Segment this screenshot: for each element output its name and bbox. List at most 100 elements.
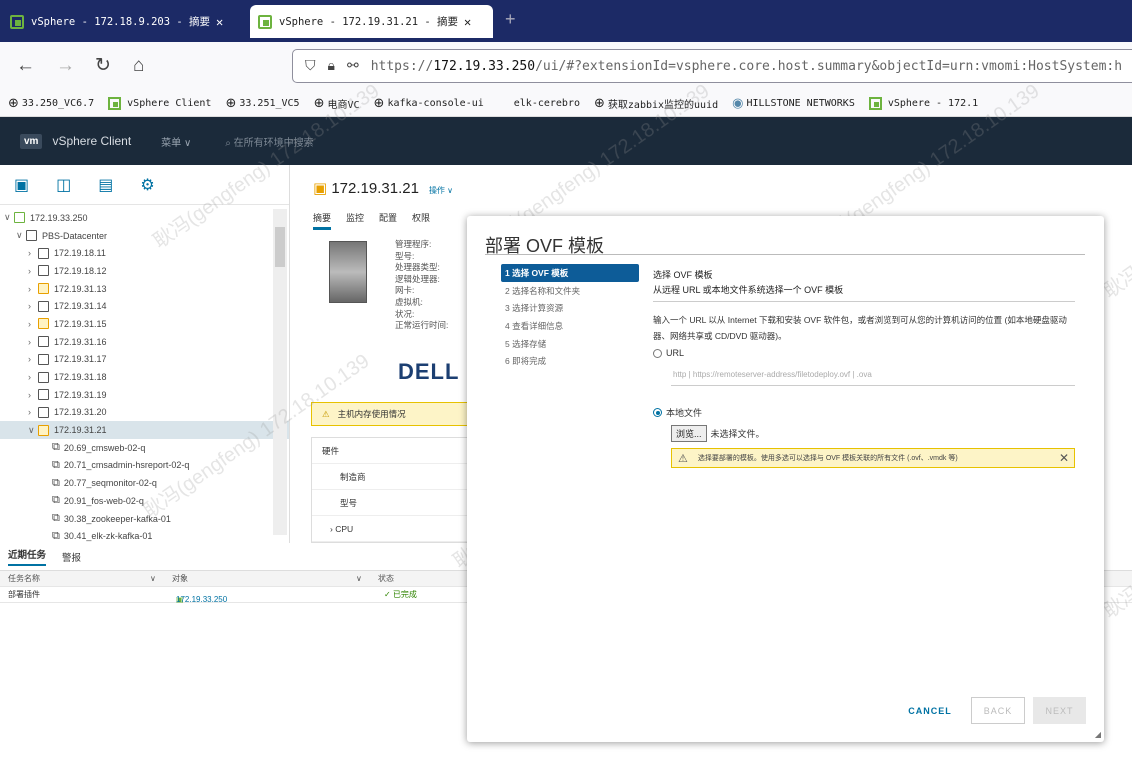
chevron-right-icon[interactable]: › xyxy=(28,372,38,382)
vm-icon: ⧉ xyxy=(52,458,60,471)
chevron-right-icon[interactable]: › xyxy=(28,266,38,276)
tree-scrollbar[interactable] xyxy=(273,209,287,535)
hw-row[interactable]: › CPU xyxy=(312,516,470,542)
next-button[interactable]: NEXT xyxy=(1033,697,1086,724)
host-tabs: 摘要 监控 配置 权限 xyxy=(313,211,430,230)
bookmark-item[interactable]: ⊕ kafka-console-ui xyxy=(374,96,484,111)
bookmark-item[interactable]: ⊕ 33.250_VC6.7 xyxy=(8,96,94,111)
chevron-down-icon[interactable]: ∨ xyxy=(28,425,38,436)
tree-item-datacenter[interactable]: ∨ PBS-Datacenter xyxy=(0,227,289,245)
tab-alarms[interactable]: 警报 xyxy=(62,550,81,564)
tree-item-host[interactable]: › 172.19.31.15 xyxy=(0,315,289,333)
back-icon[interactable]: ← xyxy=(16,54,35,78)
close-tab-icon[interactable]: ✕ xyxy=(216,15,223,29)
chevron-down-icon[interactable]: ∨ xyxy=(16,230,26,241)
tree-item-host[interactable]: › 172.19.31.19 xyxy=(0,386,289,404)
home-icon[interactable]: ⌂ xyxy=(133,54,144,78)
tree-item-vm[interactable]: ⧉ 20.77_seqmonitor-02-q xyxy=(0,474,289,492)
chevron-right-icon[interactable]: › xyxy=(28,301,38,311)
tab-vsphere-21[interactable]: vSphere - 172.19.31.21 - 摘要 ✕ xyxy=(250,5,493,38)
url-radio[interactable]: URL xyxy=(653,348,1075,358)
vmware-logo: vm xyxy=(20,133,43,149)
warning-alert: ⚠ 选择要部署的模板。使用多选可以选择与 OVF 模板关联的所有文件 (.ovf、… xyxy=(671,448,1075,468)
back-button[interactable]: BACK xyxy=(971,697,1025,724)
nav-bar: ← → ↻ ⌂ ⛉ 🔒︎ ⚯ https://172.19.33.250/ui/… xyxy=(0,42,1132,90)
host-title: ▣ 172.19.31.21 操作 ∨ xyxy=(313,180,454,197)
host-icon xyxy=(38,318,49,330)
warning-icon: ⚠ xyxy=(322,408,330,419)
close-icon[interactable]: ✕ xyxy=(1059,451,1069,465)
wizard-step[interactable]: 1 选择 OVF 模板 xyxy=(501,264,639,282)
tree-item-vcenter[interactable]: ∨ 172.19.33.250 xyxy=(0,209,289,227)
url-input[interactable]: http | https://remoteserver-address/file… xyxy=(671,364,1075,386)
vsphere-icon xyxy=(868,96,882,110)
close-tab-icon[interactable]: ✕ xyxy=(464,15,471,29)
cancel-button[interactable]: CANCEL xyxy=(905,697,955,724)
chevron-right-icon[interactable]: › xyxy=(28,407,38,417)
chevron-right-icon[interactable]: › xyxy=(28,284,38,294)
tab-summary[interactable]: 摘要 xyxy=(313,211,332,230)
warning-icon: ⚠ xyxy=(678,452,688,465)
tab-permissions[interactable]: 权限 xyxy=(412,211,430,230)
filter-icon[interactable]: ∨ xyxy=(356,574,362,583)
host-icon xyxy=(38,265,49,277)
radio-button[interactable] xyxy=(653,408,662,417)
vsphere-icon xyxy=(10,14,24,29)
tab-vsphere-203[interactable]: vSphere - 172.18.9.203 - 摘要 ✕ xyxy=(2,5,231,38)
inventory-tree: ∨ 172.19.33.250 ∨ PBS-Datacenter › 172.19.1… xyxy=(0,205,289,545)
new-tab-icon[interactable]: + xyxy=(505,9,516,30)
host-icon xyxy=(38,247,49,259)
chevron-right-icon[interactable]: › xyxy=(28,354,38,364)
bookmark-item[interactable]: ◉ HILLSTONE NETWORKS xyxy=(732,96,855,111)
chevron-down-icon[interactable]: ∨ xyxy=(4,212,14,223)
tree-item-host[interactable]: ∨ 172.19.31.21 xyxy=(0,421,289,439)
tab-configure[interactable]: 配置 xyxy=(379,211,397,230)
vm-icon: ⧉ xyxy=(52,529,60,542)
tree-item-host[interactable]: › 172.19.18.12 xyxy=(0,262,289,280)
chevron-right-icon[interactable]: › xyxy=(28,390,38,400)
radio-button[interactable] xyxy=(653,348,662,358)
vsphere-header: vm vSphere Client 菜单 ∨ ⌕ 在所有环境中搜索 xyxy=(0,117,1132,165)
url-bar[interactable]: ⛉ 🔒︎ ⚯ https://172.19.33.250/ui/#?extens… xyxy=(292,49,1132,83)
hillstone-icon: ◉ xyxy=(732,95,744,111)
tree-item-host[interactable]: › 172.19.18.11 xyxy=(0,244,289,262)
tab-recent-tasks[interactable]: 近期任务 xyxy=(8,547,47,566)
tree-item-host[interactable]: › 172.19.31.20 xyxy=(0,404,289,422)
chevron-right-icon[interactable]: › xyxy=(28,319,38,329)
bookmark-item[interactable]: vSphere Client xyxy=(108,96,211,110)
globe-icon: ⊕ xyxy=(8,95,19,111)
global-search[interactable]: ⌕ 在所有环境中搜索 xyxy=(225,134,313,149)
tree-item-host[interactable]: › 172.19.31.14 xyxy=(0,297,289,315)
tree-item-host[interactable]: › 172.19.31.16 xyxy=(0,333,289,351)
networking-icon[interactable]: ⚙ xyxy=(140,175,154,195)
tree-item-host[interactable]: › 172.19.31.18 xyxy=(0,368,289,386)
browser-window: vSphere - 172.18.9.203 - 摘要 ✕ vSphere - 1… xyxy=(0,0,1132,766)
tree-item-vm[interactable]: ⧉ 20.71_cmsadmin-hsreport-02-q xyxy=(0,457,289,475)
bookmark-item[interactable]: ⊕ 33.251_VC5 xyxy=(225,96,299,111)
chevron-right-icon[interactable]: › xyxy=(28,248,38,258)
chevron-right-icon[interactable]: › xyxy=(28,337,38,347)
scroll-thumb[interactable] xyxy=(275,227,285,267)
globe-icon: ⊕ xyxy=(373,95,385,111)
local-file-radio[interactable]: 本地文件 xyxy=(653,406,1075,419)
tree-item-vm[interactable]: ⧉ 20.69_cmsweb-02-q xyxy=(0,439,289,457)
forward-icon[interactable]: → xyxy=(56,54,75,78)
menu-button[interactable]: 菜单 ∨ xyxy=(161,134,191,149)
bookmark-item[interactable]: ⊕ 电商VC xyxy=(314,96,360,111)
tree-item-vm[interactable]: ⧉ 20.91_fos-web-02-q xyxy=(0,492,289,510)
tree-item-vm[interactable]: ⧉ 30.38_zookeeper-kafka-01 xyxy=(0,510,289,528)
bookmark-item[interactable]: ⊕ 获取zabbix监控的uuid xyxy=(594,96,718,111)
storage-icon[interactable]: ▤ xyxy=(98,175,113,195)
tree-item-host[interactable]: › 172.19.31.17 xyxy=(0,351,289,369)
browse-button[interactable]: 浏览... xyxy=(671,425,707,442)
bookmark-item[interactable]: elk-cerebro xyxy=(514,98,580,109)
actions-menu[interactable]: 操作 ∨ xyxy=(429,186,453,195)
bookmark-item[interactable]: vSphere - 172.1 xyxy=(868,96,978,110)
vms-templates-icon[interactable]: ◫ xyxy=(56,175,71,195)
tab-monitor[interactable]: 监控 xyxy=(346,211,364,230)
reload-icon[interactable]: ↻ xyxy=(95,54,111,78)
tree-item-host[interactable]: › 172.19.31.13 xyxy=(0,280,289,298)
resize-handle-icon[interactable]: ◢ xyxy=(1095,730,1101,739)
filter-icon[interactable]: ∨ xyxy=(150,574,156,583)
hosts-clusters-icon[interactable]: ▣ xyxy=(14,175,29,195)
